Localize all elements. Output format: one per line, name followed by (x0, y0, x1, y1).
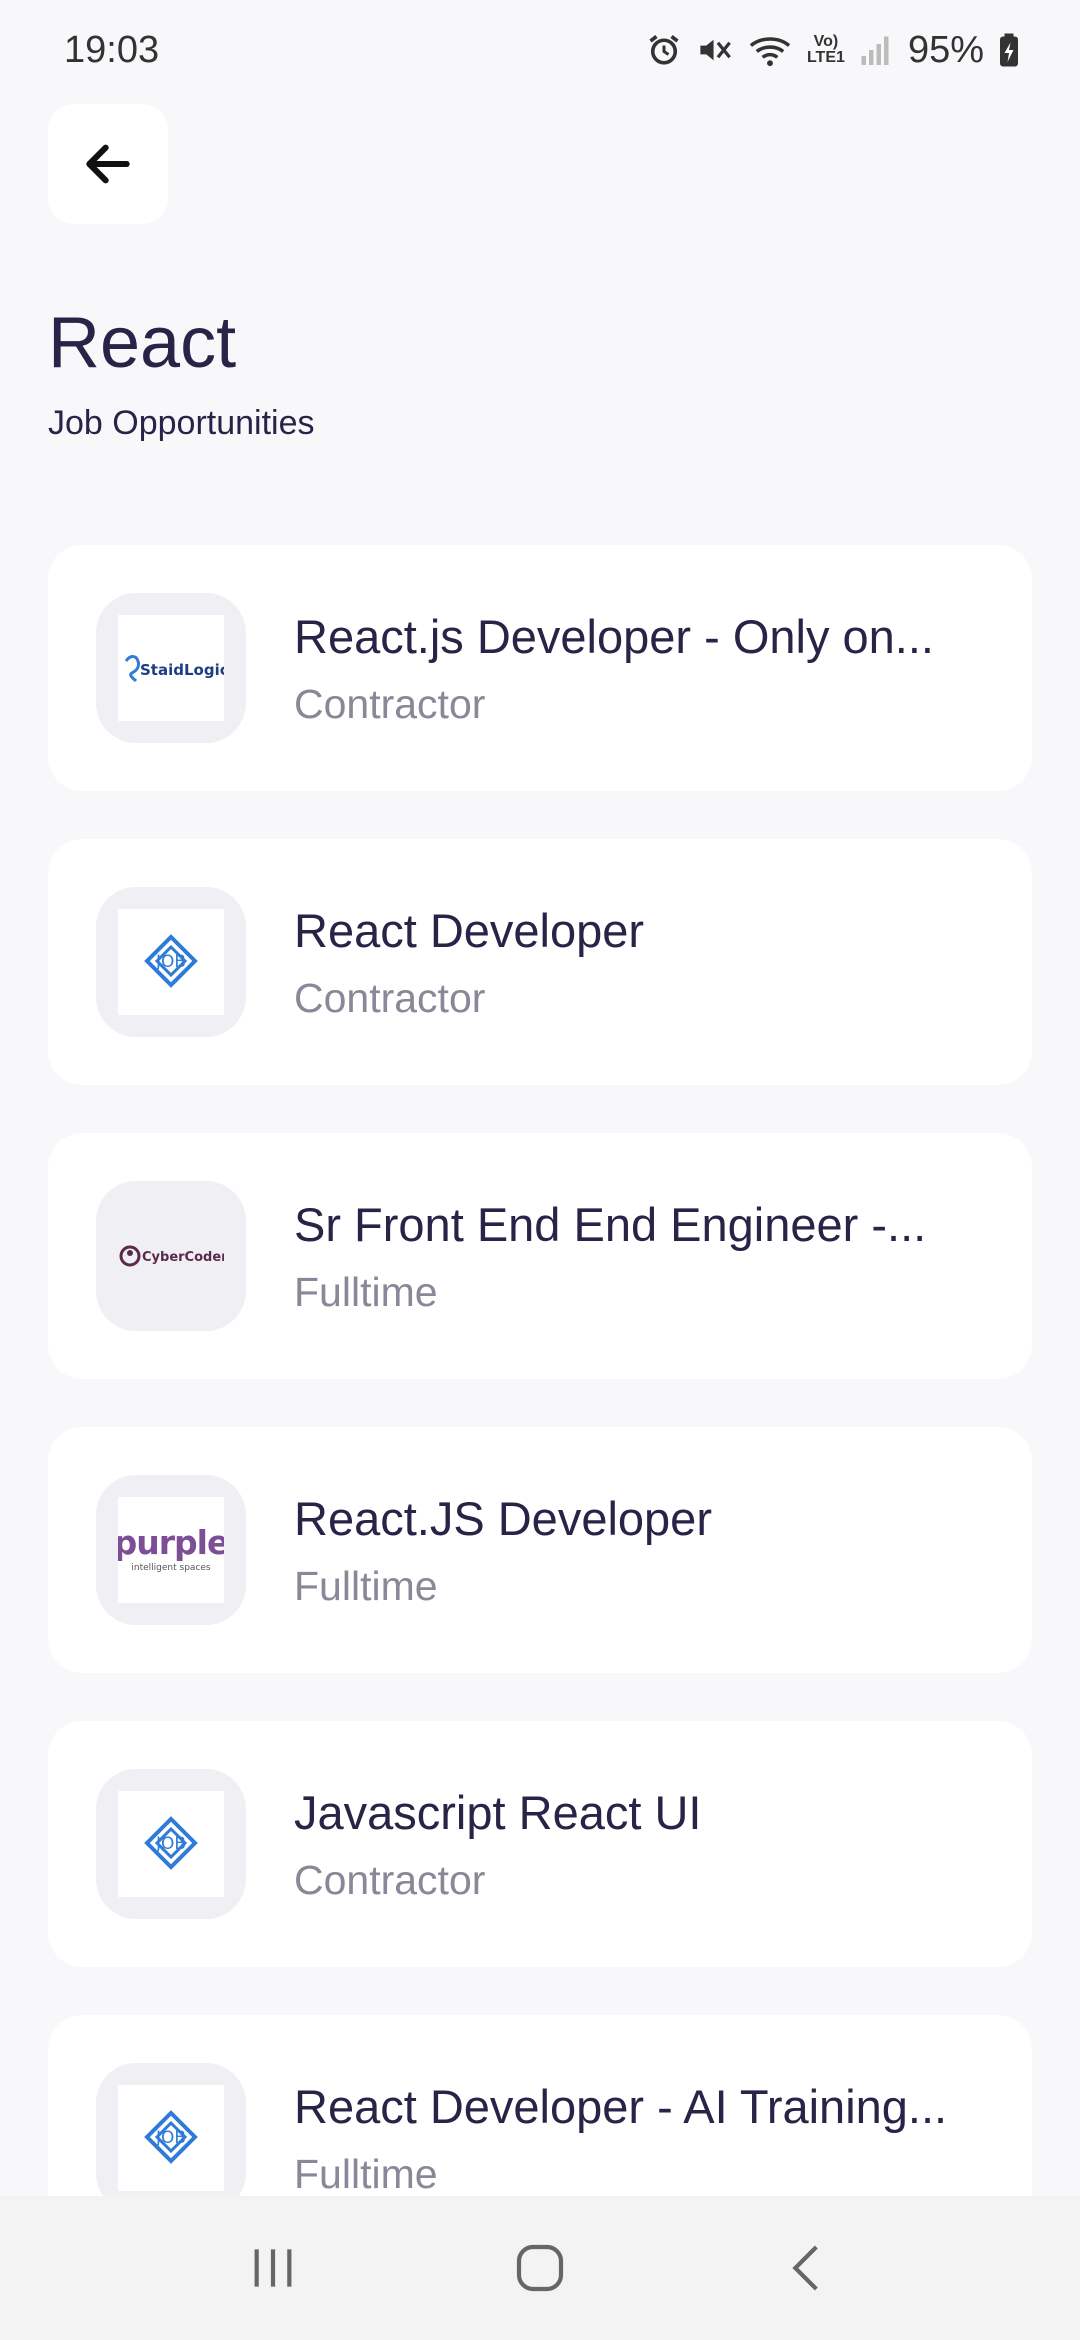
company-logo-frame: JOB (96, 887, 246, 1037)
job-title: React.JS Developer (294, 1492, 712, 1545)
staidlogic-logo: StaidLogic (118, 615, 224, 721)
cybercoders-logo: CyberCoders (118, 1203, 224, 1309)
purple-logo-subtext: intelligent spaces (131, 1563, 211, 1573)
home-button[interactable] (480, 2218, 600, 2318)
job-title: React.js Developer - Only on... (294, 610, 934, 663)
job-logo-text: JOB (155, 2128, 186, 2148)
home-icon (516, 2244, 564, 2292)
job-type: Contractor (294, 1857, 486, 1903)
status-bar: 19:03 Vo) LTE1 95% (0, 0, 1080, 100)
page-title: React (48, 303, 237, 383)
purple-logo-text: purple (118, 1523, 224, 1562)
job-type: Fulltime (294, 2151, 438, 2197)
recent-apps-icon (254, 2249, 292, 2287)
system-nav-bar (0, 2196, 1080, 2340)
job-list: StaidLogic React.js Developer - Only on.… (48, 545, 1032, 2309)
battery-percent: 95% (907, 28, 984, 71)
company-logo-frame: CyberCoders (96, 1181, 246, 1331)
company-logo-frame: JOB (96, 2063, 246, 2213)
status-icons: Vo) LTE1 95% (646, 29, 1020, 72)
job-card[interactable]: JOB React Developer Contractor (48, 839, 1032, 1085)
signal-icon (861, 36, 889, 65)
job-logo-text: JOB (155, 1834, 186, 1854)
screen: 19:03 Vo) LTE1 95% React Job Opportuniti… (0, 0, 1080, 2340)
page-subtitle: Job Opportunities (48, 404, 315, 442)
status-time: 19:03 (64, 28, 160, 71)
job-type: Contractor (294, 681, 486, 727)
job-card[interactable]: purple intelligent spaces React.JS Devel… (48, 1427, 1032, 1673)
staidlogic-logo-text: StaidLogic (140, 661, 224, 679)
job-card[interactable]: StaidLogic React.js Developer - Only on.… (48, 545, 1032, 791)
back-button[interactable] (48, 104, 168, 224)
back-icon (792, 2245, 818, 2291)
alarm-icon (649, 35, 679, 65)
company-logo-frame: StaidLogic (96, 593, 246, 743)
job-logo: JOB (118, 2085, 224, 2191)
job-title: React Developer - AI Training... (294, 2080, 948, 2133)
job-card[interactable]: CyberCoders Sr Front End End Engineer -.… (48, 1133, 1032, 1379)
battery-icon (1000, 33, 1018, 67)
company-logo-frame: purple intelligent spaces (96, 1475, 246, 1625)
job-type: Fulltime (294, 1269, 438, 1315)
nav-back-button[interactable] (747, 2218, 867, 2318)
job-type: Contractor (294, 975, 486, 1021)
job-logo-text: JOB (155, 952, 186, 972)
lte-icon: Vo) LTE1 (806, 33, 845, 66)
job-type: Fulltime (294, 1563, 438, 1609)
purple-logo: purple intelligent spaces (118, 1497, 224, 1603)
job-title: Javascript React UI (294, 1786, 702, 1839)
company-logo-frame: JOB (96, 1769, 246, 1919)
job-logo: JOB (118, 1791, 224, 1897)
job-title: Sr Front End End Engineer -... (294, 1198, 927, 1251)
job-title: React Developer (294, 904, 645, 957)
wifi-icon (749, 37, 791, 67)
arrow-left-icon (86, 144, 130, 184)
job-logo: JOB (118, 909, 224, 1015)
mute-icon (700, 39, 731, 61)
cybercoders-logo-text: CyberCoders (142, 1250, 224, 1265)
job-card[interactable]: JOB Javascript React UI Contractor (48, 1721, 1032, 1967)
recent-apps-button[interactable] (213, 2218, 333, 2318)
